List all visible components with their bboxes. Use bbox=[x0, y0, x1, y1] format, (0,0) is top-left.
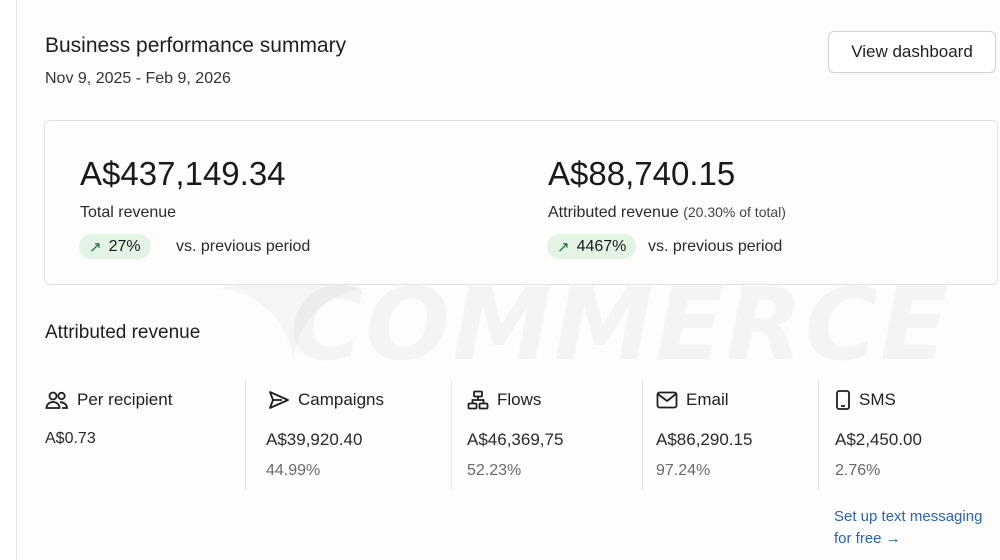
total-revenue-comparison: vs. previous period bbox=[176, 238, 311, 255]
email-column: Email A$86,290.15 97.24% bbox=[642, 380, 818, 490]
total-revenue-value: A$437,149.34 bbox=[80, 155, 286, 192]
date-range: Nov 9, 2025 - Feb 9, 2026 bbox=[45, 70, 231, 87]
email-percent: 97.24% bbox=[656, 462, 711, 479]
sms-label: SMS bbox=[859, 390, 896, 409]
send-icon bbox=[269, 391, 289, 409]
flows-column: Flows A$46,369,75 52.23% bbox=[451, 380, 642, 490]
view-dashboard-button[interactable]: View dashboard bbox=[828, 31, 996, 73]
total-revenue-change-badge: ↗ 27% bbox=[79, 234, 151, 259]
sms-column: SMS A$2,450.00 2.76% bbox=[818, 380, 999, 490]
total-revenue-label: Total revenue bbox=[80, 204, 177, 221]
revenue-summary-box: A$437,149.34 Total revenue ↗ 27% vs. pre… bbox=[44, 120, 998, 285]
attributed-revenue-value: A$88,740.15 bbox=[548, 155, 736, 192]
attributed-revenue-label-text: Attributed revenue bbox=[548, 204, 679, 221]
trend-up-icon: ↗ bbox=[89, 238, 102, 256]
people-icon bbox=[45, 391, 68, 409]
phone-icon bbox=[836, 390, 850, 410]
per-recipient-column: Per recipient A$0.73 bbox=[45, 380, 245, 490]
attributed-revenue-change: 4467% bbox=[576, 237, 627, 255]
per-recipient-value: A$0.73 bbox=[45, 430, 96, 447]
setup-text-messaging-link[interactable]: Set up text messaging for free → bbox=[834, 506, 994, 550]
attributed-revenue-section-title: Attributed revenue bbox=[45, 322, 201, 343]
flows-label: Flows bbox=[497, 390, 542, 409]
campaigns-column: Campaigns A$39,920.40 44.99% bbox=[245, 380, 451, 490]
attributed-revenue-change-badge: ↗ 4467% bbox=[547, 234, 637, 259]
flows-percent: 52.23% bbox=[467, 462, 522, 479]
attributed-revenue-label: Attributed revenue (20.30% of total) bbox=[548, 204, 786, 222]
sms-value: A$2,450.00 bbox=[835, 430, 922, 449]
campaigns-label: Campaigns bbox=[298, 390, 384, 409]
attributed-revenue-comparison: vs. previous period bbox=[648, 238, 783, 255]
per-recipient-label: Per recipient bbox=[77, 390, 173, 409]
email-label: Email bbox=[686, 390, 729, 409]
campaigns-value: A$39,920.40 bbox=[266, 430, 363, 449]
sms-header: SMS bbox=[835, 390, 896, 410]
trend-up-icon: ↗ bbox=[557, 238, 570, 256]
total-revenue-change: 27% bbox=[108, 237, 141, 255]
per-recipient-header: Per recipient bbox=[45, 390, 172, 410]
email-header: Email bbox=[656, 390, 729, 410]
campaigns-header: Campaigns bbox=[268, 390, 384, 410]
page-title: Business performance summary bbox=[45, 34, 347, 57]
flows-header: Flows bbox=[467, 390, 541, 410]
flows-value: A$46,369,75 bbox=[467, 430, 564, 449]
campaigns-percent: 44.99% bbox=[266, 462, 321, 479]
mail-icon bbox=[656, 391, 678, 409]
attributed-revenue-share: (20.30% of total) bbox=[683, 204, 786, 220]
sms-percent: 2.76% bbox=[835, 462, 881, 479]
email-value: A$86,290.15 bbox=[656, 430, 753, 449]
flows-icon bbox=[467, 390, 489, 410]
